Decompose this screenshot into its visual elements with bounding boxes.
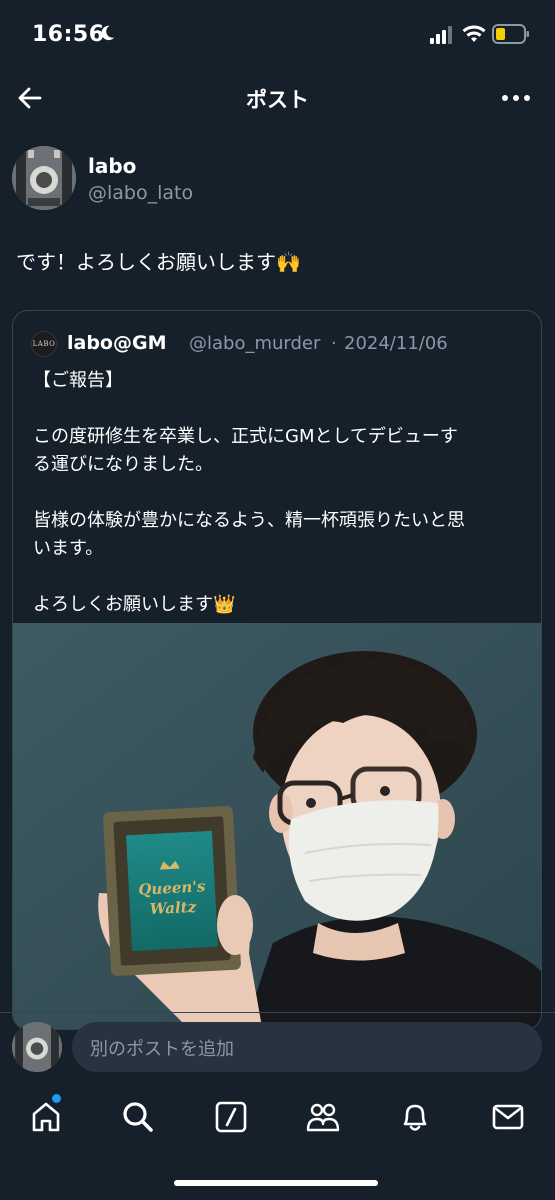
notification-dot — [52, 1094, 61, 1103]
quoted-date: 2024/11/06 — [344, 333, 448, 354]
status-bar: 16:56 — [0, 0, 555, 70]
header: ポスト — [0, 72, 555, 124]
quoted-post[interactable]: LABO labo@GM @labo_murder · 2024/11/06 【… — [12, 310, 542, 1030]
quoted-author-name: labo@GM — [67, 332, 167, 354]
battery-icon — [492, 24, 529, 44]
author-handle: @labo_lato — [88, 182, 194, 204]
post-author[interactable]: labo @labo_lato — [12, 146, 542, 212]
divider — [0, 1012, 555, 1013]
frame-text-line1: Queen's — [138, 877, 206, 899]
quoted-separator: · — [331, 333, 337, 354]
quoted-text: 【ご報告】 この度研修生を卒業し、正式にGMとしてデビューす る運びになりました… — [33, 367, 523, 619]
quoted-text-line: る運びになりました。 — [33, 454, 213, 475]
home-icon[interactable] — [29, 1100, 63, 1134]
quoted-text-line — [33, 479, 523, 507]
reply-input[interactable]: 別のポストを追加 — [72, 1022, 542, 1072]
avatar[interactable] — [12, 146, 76, 210]
quoted-text-line — [33, 395, 523, 423]
quoted-text-line: 皆様の体験が豊かになるよう、精一杯頑張りたいと思 — [33, 510, 465, 531]
quoted-post-header: LABO labo@GM @labo_murder · 2024/11/06 — [31, 331, 531, 357]
home-indicator — [174, 1180, 378, 1186]
quoted-text-line — [33, 563, 523, 591]
signal-icon — [430, 26, 452, 44]
quoted-avatar: LABO — [31, 331, 57, 357]
post-text: です！よろしくお願いします🙌 — [16, 250, 301, 274]
search-icon[interactable] — [121, 1100, 155, 1134]
quoted-text-line: この度研修生を卒業し、正式にGMとしてデビューす — [33, 426, 458, 447]
messages-icon[interactable] — [491, 1100, 525, 1134]
communities-icon[interactable] — [306, 1100, 340, 1134]
more-icon[interactable] — [501, 92, 531, 104]
moon-icon — [101, 25, 115, 41]
status-time: 16:56 — [32, 22, 105, 47]
reply-avatar — [12, 1022, 62, 1072]
tab-bar — [0, 1086, 555, 1156]
quoted-text-line: います。 — [33, 538, 104, 559]
quoted-text-line: 【ご報告】 — [33, 370, 123, 391]
wifi-icon — [462, 25, 486, 42]
author-name: labo — [88, 154, 137, 178]
notifications-icon[interactable] — [398, 1100, 432, 1134]
quoted-author-handle: @labo_murder — [189, 333, 321, 354]
page-title: ポスト — [246, 88, 309, 112]
quoted-photo[interactable]: Queen's Waltz — [13, 623, 542, 1030]
frame-text-line2: Waltz — [149, 898, 197, 918]
quoted-avatar-text: LABO — [32, 340, 56, 348]
quoted-text-line: よろしくお願いします👑 — [33, 594, 236, 615]
grok-icon[interactable] — [214, 1100, 248, 1134]
